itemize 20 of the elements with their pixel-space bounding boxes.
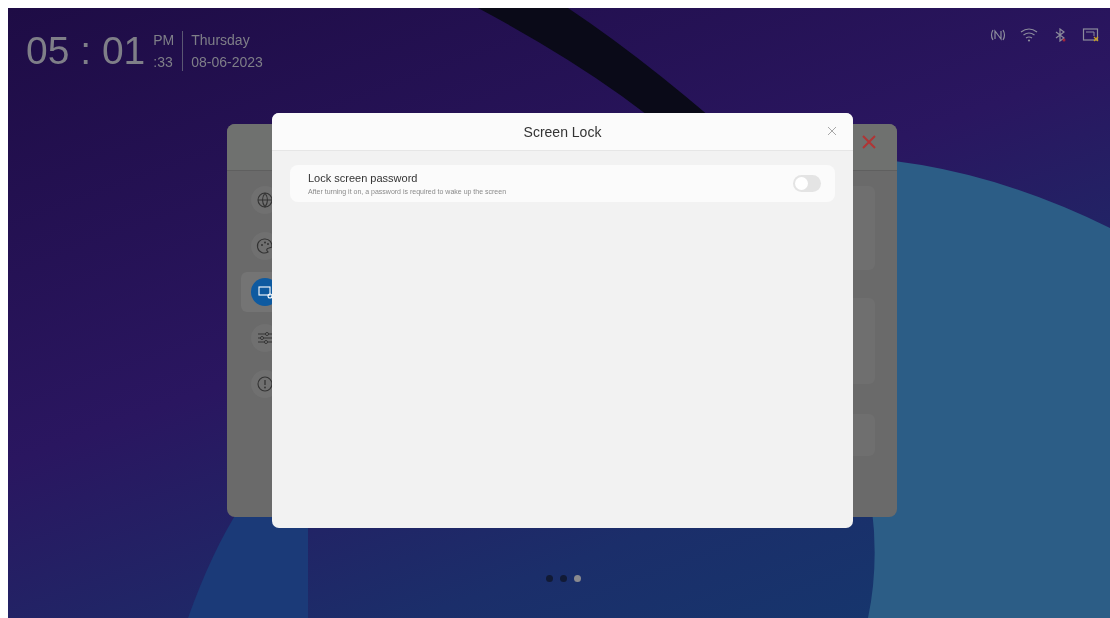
palette-icon [256, 237, 274, 255]
clock-time: 05 : 01 [26, 28, 146, 74]
globe-icon [256, 191, 274, 209]
display-icon [256, 283, 274, 301]
screen-share-icon [1082, 28, 1100, 42]
page-indicator-dot[interactable] [545, 575, 553, 582]
page-indicator-dot[interactable] [573, 575, 581, 582]
clock-seconds: :33 [153, 53, 174, 71]
sliders-icon [256, 329, 274, 347]
page-indicator-dot[interactable] [559, 575, 567, 582]
info-icon [256, 375, 274, 393]
nfc-icon [989, 28, 1007, 42]
dialog-title: Screen Lock [523, 123, 602, 140]
clock-date: 08-06-2023 [191, 53, 263, 71]
clock-meridiem: PM [153, 31, 175, 49]
close-icon[interactable] [827, 126, 837, 136]
wifi-icon [1020, 28, 1038, 42]
setting-title: Lock screen password [308, 172, 419, 184]
clock-weekday: Thursday [191, 31, 251, 49]
toggle-switch[interactable] [793, 175, 821, 192]
